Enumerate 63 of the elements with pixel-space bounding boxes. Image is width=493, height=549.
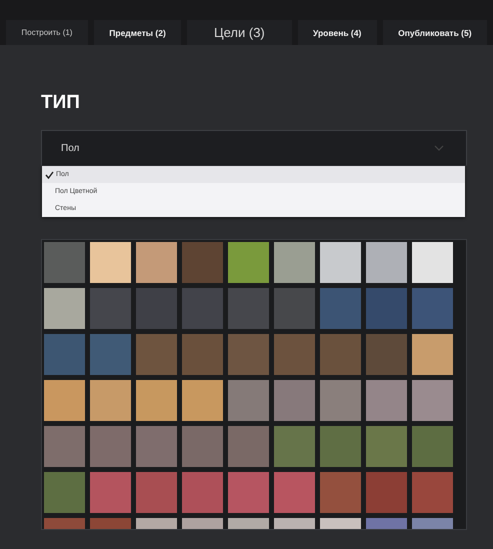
texture-tile[interactable] xyxy=(90,334,131,375)
texture-tile[interactable] xyxy=(274,288,315,329)
texture-tile[interactable] xyxy=(320,426,361,467)
texture-tile[interactable] xyxy=(228,334,269,375)
texture-tile[interactable] xyxy=(228,288,269,329)
texture-tile[interactable] xyxy=(228,242,269,283)
texture-tile[interactable] xyxy=(412,380,453,421)
texture-tile[interactable] xyxy=(412,242,453,283)
texture-tile[interactable] xyxy=(228,426,269,467)
texture-tile[interactable] xyxy=(44,426,85,467)
texture-tile[interactable] xyxy=(274,426,315,467)
texture-tile[interactable] xyxy=(412,426,453,467)
texture-tile[interactable] xyxy=(274,472,315,513)
texture-tile[interactable] xyxy=(228,472,269,513)
texture-tile[interactable] xyxy=(366,472,407,513)
tab[interactable]: Опубликовать (5) xyxy=(382,20,487,45)
texture-tile[interactable] xyxy=(44,472,85,513)
tab[interactable]: Уровень (4) xyxy=(298,20,377,45)
texture-tile[interactable] xyxy=(320,288,361,329)
texture-tile[interactable] xyxy=(90,288,131,329)
texture-tile[interactable] xyxy=(44,334,85,375)
texture-tile[interactable] xyxy=(90,472,131,513)
texture-tile[interactable] xyxy=(274,380,315,421)
texture-tile[interactable] xyxy=(136,334,177,375)
texture-tile[interactable] xyxy=(366,334,407,375)
type-dropdown[interactable]: Пол xyxy=(41,130,467,166)
texture-tile[interactable] xyxy=(90,242,131,283)
tab[interactable]: Предметы (2) xyxy=(94,20,182,45)
texture-tile[interactable] xyxy=(182,288,223,329)
checkmark-icon xyxy=(45,170,54,178)
texture-tile[interactable] xyxy=(320,472,361,513)
texture-tile[interactable] xyxy=(136,426,177,467)
texture-tile[interactable] xyxy=(182,426,223,467)
tab[interactable]: Цели (3) xyxy=(187,20,292,45)
texture-tile[interactable] xyxy=(136,472,177,513)
texture-tile[interactable] xyxy=(44,288,85,329)
texture-tile[interactable] xyxy=(366,242,407,283)
texture-tile[interactable] xyxy=(44,242,85,283)
texture-tile[interactable] xyxy=(44,380,85,421)
texture-tile[interactable] xyxy=(412,288,453,329)
texture-tile[interactable] xyxy=(136,380,177,421)
texture-tile[interactable] xyxy=(182,242,223,283)
texture-tile[interactable] xyxy=(320,334,361,375)
texture-tile[interactable] xyxy=(182,380,223,421)
texture-tile[interactable] xyxy=(320,380,361,421)
texture-tile[interactable] xyxy=(366,380,407,421)
texture-tile[interactable] xyxy=(136,242,177,283)
texture-tile[interactable] xyxy=(274,334,315,375)
texture-tile[interactable] xyxy=(90,380,131,421)
tab[interactable]: Построить (1) xyxy=(6,20,88,45)
texture-tile[interactable] xyxy=(136,288,177,329)
texture-tile[interactable] xyxy=(182,334,223,375)
texture-tile[interactable] xyxy=(90,426,131,467)
texture-tile[interactable] xyxy=(366,426,407,467)
texture-tile[interactable] xyxy=(412,334,453,375)
texture-tile[interactable] xyxy=(412,472,453,513)
texture-tile[interactable] xyxy=(274,242,315,283)
texture-tile[interactable] xyxy=(182,472,223,513)
texture-tile[interactable] xyxy=(320,242,361,283)
texture-tile[interactable] xyxy=(228,380,269,421)
section-heading: ТИП xyxy=(41,91,80,115)
chevron-down-icon xyxy=(434,145,444,151)
texture-tile[interactable] xyxy=(366,288,407,329)
